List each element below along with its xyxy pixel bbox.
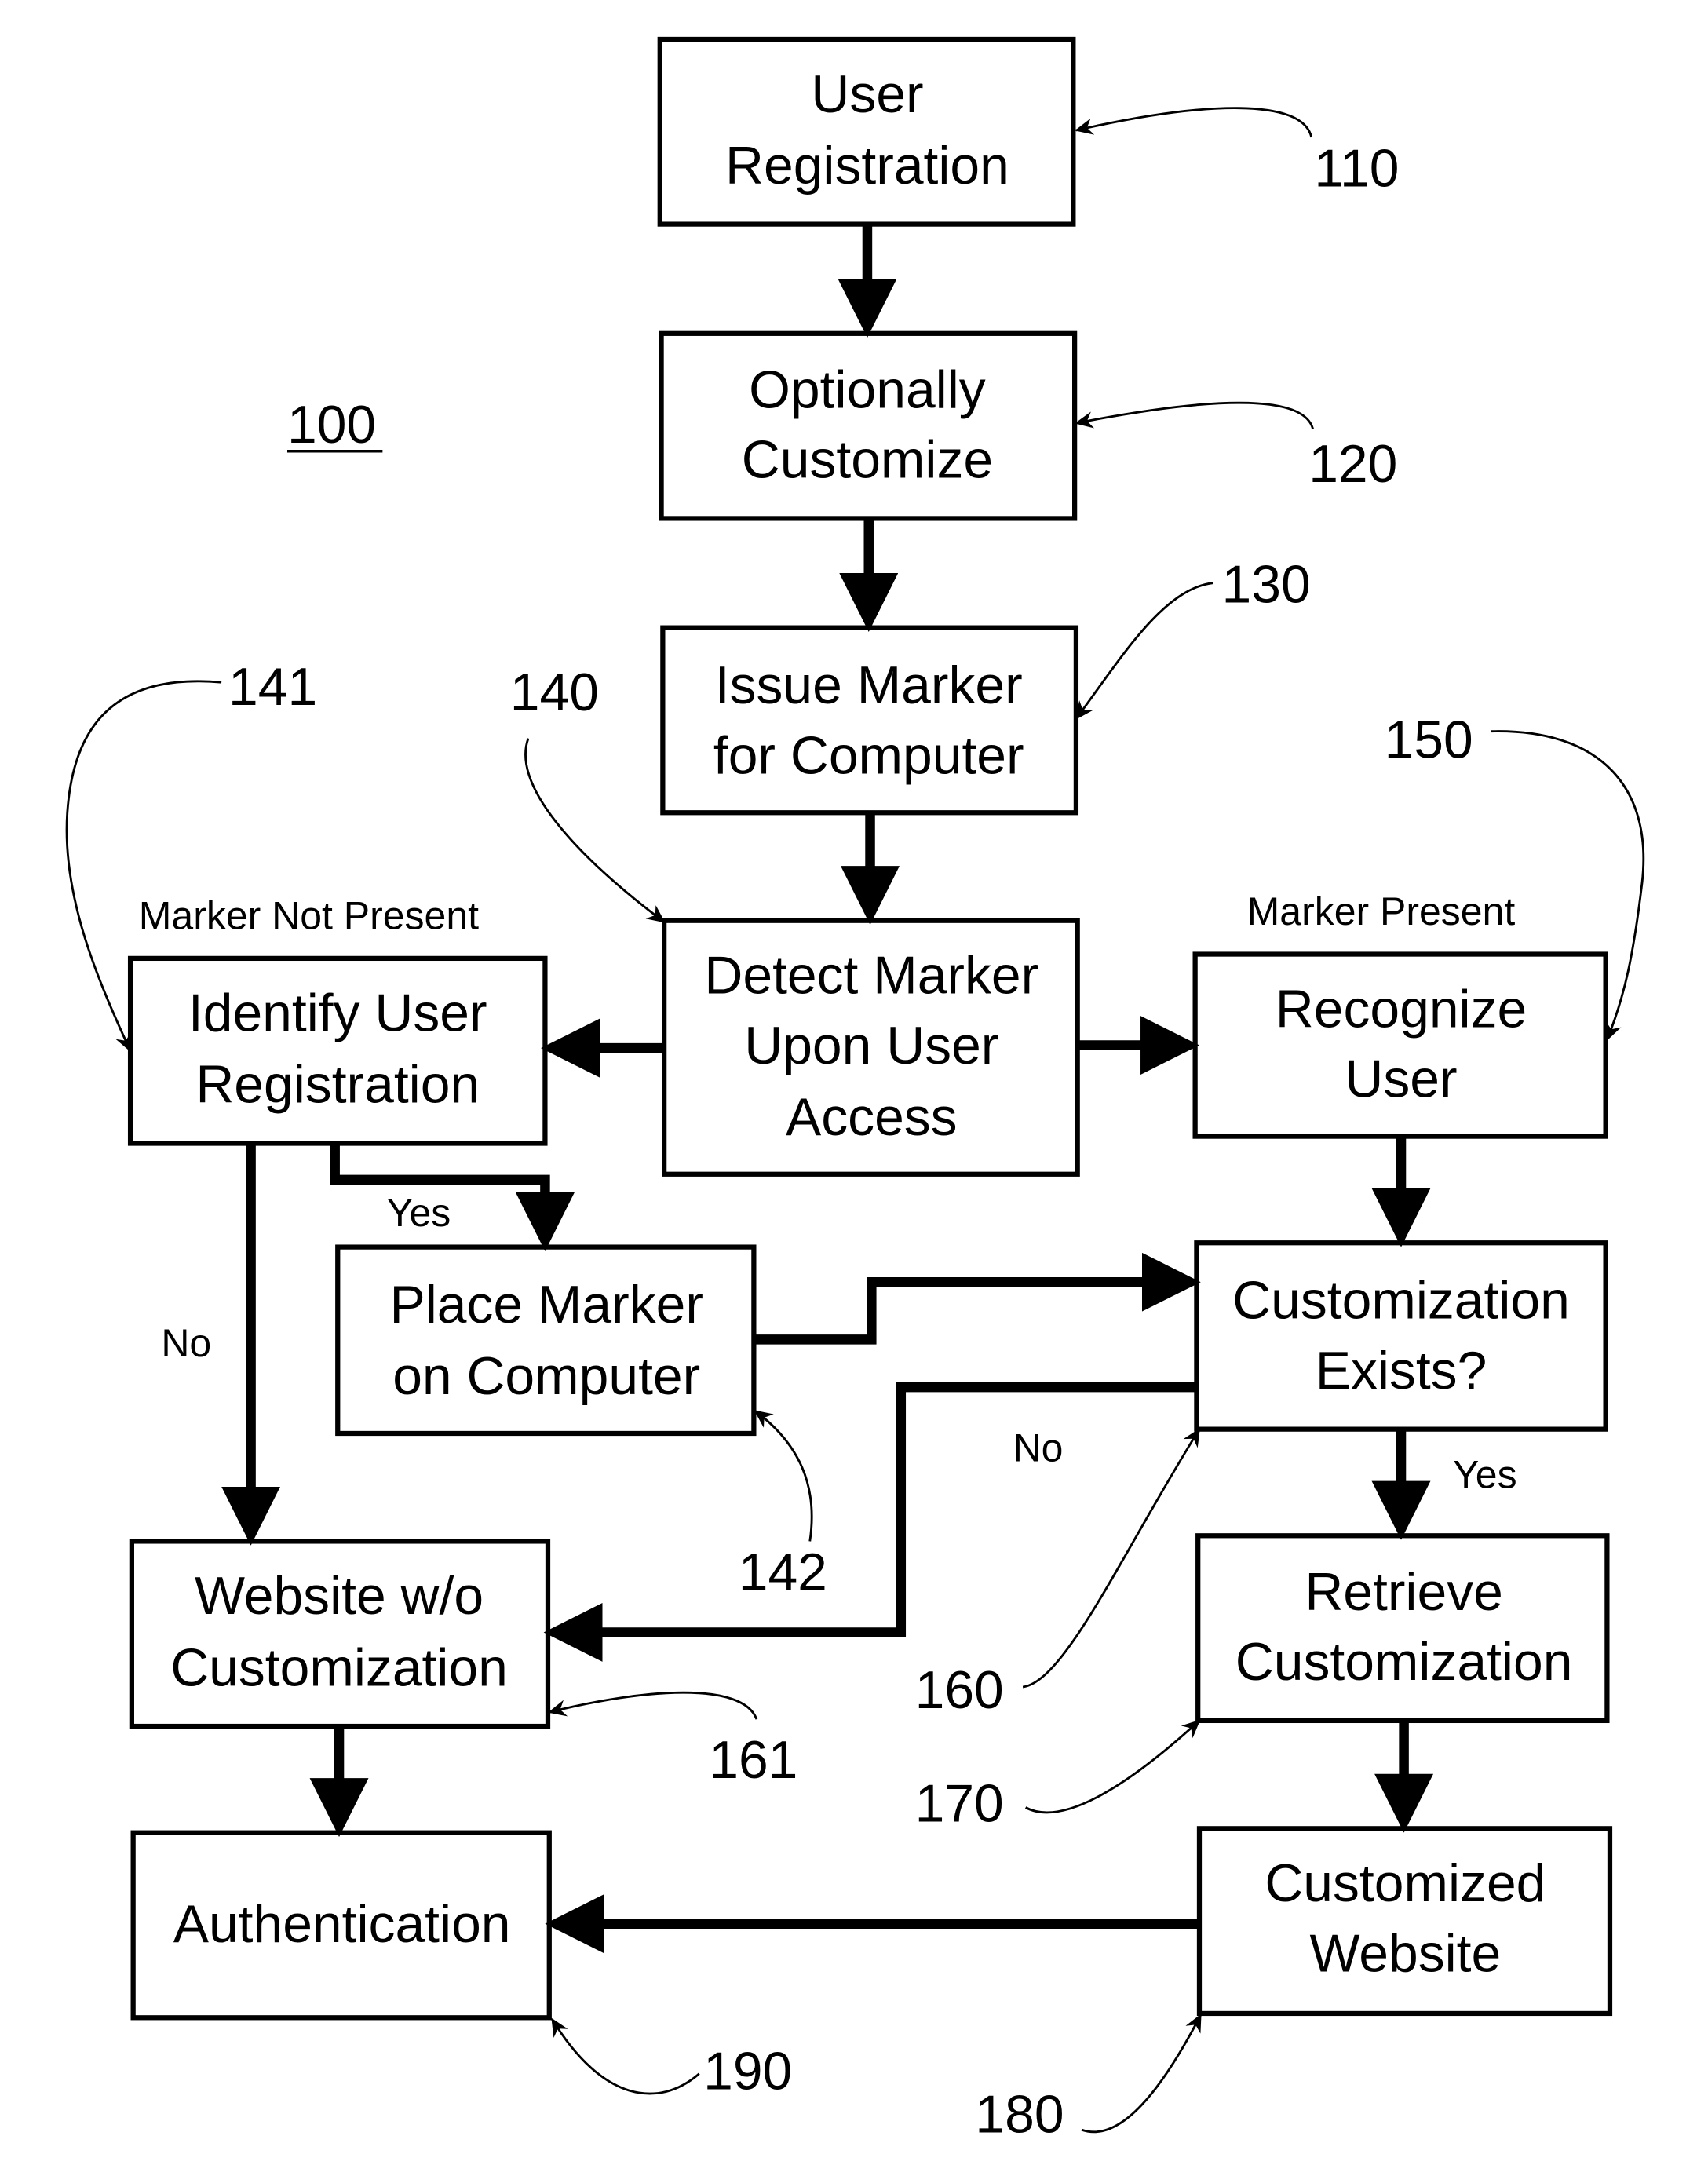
box-retrieve-customization: Retrieve Customization [1195,1533,1610,1724]
box-text: on Computer [392,1347,700,1406]
box-text: Issue Marker [715,656,1023,715]
box-text: Optionally [749,360,986,419]
box-place-marker: Place Marker on Computer [335,1244,757,1437]
box-text: Identify User [188,984,487,1043]
arrow-142-to-160 [754,1252,1201,1345]
box-text: Website w/o [195,1567,484,1626]
box-text: Customization [1232,1272,1570,1331]
box-text: Recognize [1276,980,1527,1039]
box-user-registration: User Registration [657,36,1076,227]
box-text: User [811,65,923,124]
box-customized-website: Customized Website [1196,1826,1613,2017]
leader-140 [524,738,666,923]
box-text: Authentication [173,1895,511,1954]
box-text: Registration [725,137,1009,195]
leader-180 [1081,2014,1203,2134]
ref-170: 170 [915,1774,1004,1833]
leader-130 [1075,582,1213,721]
ref-141: 141 [228,658,317,717]
box-text: Access [786,1088,958,1147]
leader-110 [1075,107,1313,138]
ref-110: 110 [1314,139,1399,198]
ref-161: 161 [709,1731,797,1790]
box-text: User [1345,1050,1457,1109]
box-text: Customization [170,1638,508,1697]
box-authentication: Authentication [130,1830,552,2021]
ref-160: 160 [915,1661,1004,1720]
ref-120: 120 [1308,435,1397,494]
box-text: Customized [1265,1854,1546,1913]
box-text: Website [1310,1924,1502,1983]
leader-120 [1075,401,1314,429]
leader-161 [548,1691,758,1720]
label-yes-place-marker: Yes [387,1191,451,1235]
figure-number: 100 [287,396,376,455]
box-text: Place Marker [389,1276,703,1334]
box-detect-marker: Detect Marker Upon User Access [662,918,1080,1177]
box-text: Detect Marker [704,947,1038,1006]
box-identify-user-registration: Identify User Registration [127,955,548,1146]
box-text: Retrieve [1305,1563,1503,1622]
box-text: Customize [742,431,993,490]
leader-170 [1024,1719,1201,1814]
box-text: for Computer [713,726,1024,785]
box-website-without-customization: Website w/o Customization [129,1539,551,1729]
box-text: Customization [1235,1633,1573,1692]
box-optionally-customize: Optionally Customize [659,330,1078,521]
box-recognize-user: Recognize User [1192,951,1608,1139]
ref-130: 130 [1222,556,1311,615]
ref-140: 140 [510,663,599,722]
leader-142 [754,1410,813,1542]
label-yes-retrieve: Yes [1453,1453,1517,1497]
label-marker-not-present: Marker Not Present [139,893,479,937]
ref-150: 150 [1385,711,1473,770]
box-customization-exists: Customization Exists? [1194,1240,1608,1432]
ref-142: 142 [739,1543,827,1602]
box-text: Exists? [1316,1342,1487,1400]
label-no-website: No [161,1321,211,1365]
box-issue-marker: Issue Marker for Computer [660,625,1079,816]
box-text: Upon User [744,1017,998,1075]
ref-180: 180 [975,2086,1064,2145]
ref-190: 190 [703,2042,792,2101]
label-marker-present: Marker Present [1247,889,1516,933]
flowchart: 100 User Registration Optionally Customi… [65,36,1645,2145]
box-text: Registration [195,1056,480,1115]
leader-190 [551,2017,700,2095]
label-no-customization: No [1013,1426,1064,1470]
